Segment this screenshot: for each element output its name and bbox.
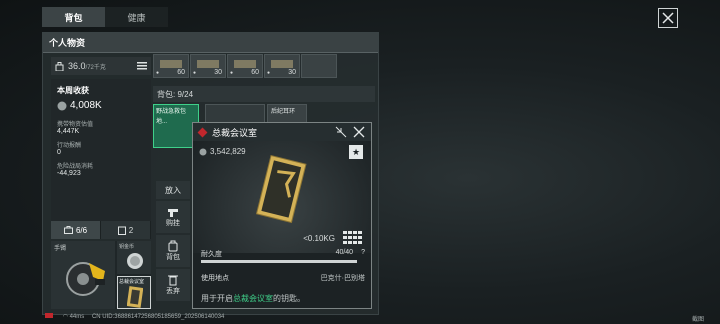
- loss-label: 危险战局消耗: [57, 164, 94, 170]
- durability-fill: [201, 260, 357, 263]
- durability-row: 耐久度 40/40 ?: [201, 249, 365, 259]
- item-detail-popup: 总裁会议室 3,542,829 ★ <0.10KG 耐久度 40/40 ? 使用…: [192, 122, 372, 309]
- popup-title: 总裁会议室: [212, 127, 258, 138]
- medal-icon: [127, 253, 143, 269]
- usage-row: 使用地点 巴克什·巴别塔: [201, 273, 365, 283]
- capacity-indicator: 36.0 /72千克: [51, 57, 151, 75]
- discard-label: 丢弃: [166, 288, 180, 295]
- top-tabs: 背包 健康: [42, 7, 168, 27]
- pocket-strip: ● 60 ● 30 ● 60 ● 30: [153, 54, 375, 78]
- weekly-value: 4,008K: [70, 100, 102, 111]
- wifi-icon: ◠: [62, 314, 68, 320]
- corner-label: 截图: [691, 317, 704, 323]
- pocket-slot[interactable]: ● 60: [153, 54, 189, 78]
- grid-size-icon: [343, 231, 362, 244]
- slot-count: 30: [214, 69, 222, 76]
- pocket-slot-empty[interactable]: [301, 54, 337, 78]
- popup-header: 总裁会议室: [193, 123, 371, 141]
- close-icon[interactable]: [353, 126, 365, 138]
- action-value: 0: [57, 149, 61, 156]
- star-icon: ★: [351, 146, 361, 157]
- backpack-label: 背包: [166, 254, 180, 261]
- power-tool-icon: [66, 262, 105, 296]
- slot-count: 60: [177, 69, 185, 76]
- capacity-value: 36.0: [68, 61, 86, 71]
- coin-slot[interactable]: 钥金币: [117, 241, 151, 274]
- desc-suffix: 的钥匙。: [273, 294, 305, 303]
- key-slot[interactable]: 总裁会议室: [117, 276, 151, 309]
- equip-label: 购挂: [166, 220, 180, 227]
- loadout-tabs: 6/6 2: [51, 221, 151, 239]
- weekly-title: 本周收获: [57, 86, 89, 95]
- put-in-button[interactable]: 放入: [156, 181, 190, 199]
- loadout-count: 6/6: [75, 225, 88, 235]
- capacity-max: /72千克: [85, 64, 106, 71]
- key-slot-label: 总裁会议室: [119, 279, 145, 285]
- coin-slot-label: 钥金币: [119, 244, 135, 250]
- equip-button[interactable]: 购挂: [156, 201, 190, 233]
- rarity-diamond-icon: [197, 127, 208, 137]
- slot-count: 30: [288, 69, 296, 76]
- backpack-bar: 背包: 9/24: [153, 86, 375, 102]
- durability-value: 40/40: [335, 249, 354, 256]
- action-label: 行动报酬: [57, 143, 82, 149]
- item-preview: 3,542,829 ★ <0.10KG: [193, 141, 371, 253]
- storage-count: 2: [128, 225, 134, 235]
- tab-storage[interactable]: 2: [101, 221, 151, 239]
- firstaid-label: 野战急救包: [156, 109, 187, 115]
- usage-value: 巴克什·巴别塔: [320, 275, 365, 282]
- record-indicator: [45, 313, 53, 318]
- carry-label: 携带物资估值: [57, 122, 94, 128]
- desc-highlight: 总裁会议室: [233, 294, 273, 303]
- panel-title: 个人物资: [43, 33, 378, 53]
- pocket-slot[interactable]: ● 60: [227, 54, 263, 78]
- coin-icon: [57, 101, 67, 110]
- case-icon: [63, 226, 73, 234]
- usage-label: 使用地点: [201, 275, 229, 282]
- gear-area: 手镯 钥金币 总裁会议室: [51, 241, 151, 309]
- list-icon[interactable]: [137, 62, 147, 70]
- item-description: 用于开启总裁会议室的钥匙。: [201, 293, 305, 304]
- gun-icon: [168, 209, 178, 217]
- pocket-slot[interactable]: ● 30: [190, 54, 226, 78]
- tab-backpack[interactable]: 背包: [42, 7, 105, 27]
- weight-icon: [55, 61, 64, 71]
- backpack-icon: [168, 240, 178, 252]
- coin-icon: [199, 148, 207, 155]
- container-icon: [117, 226, 126, 235]
- pocket-slot[interactable]: ● 30: [264, 54, 300, 78]
- discard-button[interactable]: 丢弃: [156, 269, 190, 301]
- desc-prefix: 用于开启: [201, 294, 233, 303]
- weekly-gains: 本周收获 4,008K 携带物资估值 4,447K 行动报酬 0 危险战局消耗 …: [51, 79, 151, 227]
- trash-icon: [168, 275, 178, 286]
- slot-count: 60: [251, 69, 259, 76]
- action-menu: 放入 购挂 背包 丢弃: [156, 181, 190, 311]
- loss-value: -44,923: [57, 170, 81, 177]
- backpack-capacity: 背包: 9/24: [157, 89, 194, 99]
- item-weight: <0.10KG: [303, 234, 335, 243]
- key-card-icon: [127, 286, 143, 308]
- close-button[interactable]: [658, 8, 678, 28]
- key-card-image: [255, 155, 307, 224]
- durability-bar: [201, 260, 357, 263]
- put-in-label: 放入: [165, 185, 181, 195]
- status-bar: ◠ 44ms CN UID:36886147256805185659_20250…: [45, 313, 224, 320]
- close-icon: [662, 12, 674, 24]
- weapon-slot-label: 手镯: [54, 246, 67, 252]
- durability-label: 耐久度: [201, 251, 222, 258]
- earring-label: 后纪耳环: [271, 109, 296, 115]
- backpack-button[interactable]: 背包: [156, 235, 190, 267]
- weapon-slot[interactable]: 手镯: [51, 241, 115, 309]
- favorite-button[interactable]: ★: [349, 145, 363, 159]
- item-price: 3,542,829: [210, 147, 246, 156]
- collapse-icon[interactable]: [335, 126, 347, 138]
- tab-loadout[interactable]: 6/6: [51, 221, 101, 239]
- ping-value: 44ms: [69, 314, 85, 320]
- durability-help[interactable]: ?: [361, 249, 365, 259]
- tab-health[interactable]: 健康: [105, 7, 168, 27]
- carry-value: 4,447K: [57, 128, 80, 135]
- uid-text: CN UID:36886147256805185659_202506140034: [91, 314, 225, 320]
